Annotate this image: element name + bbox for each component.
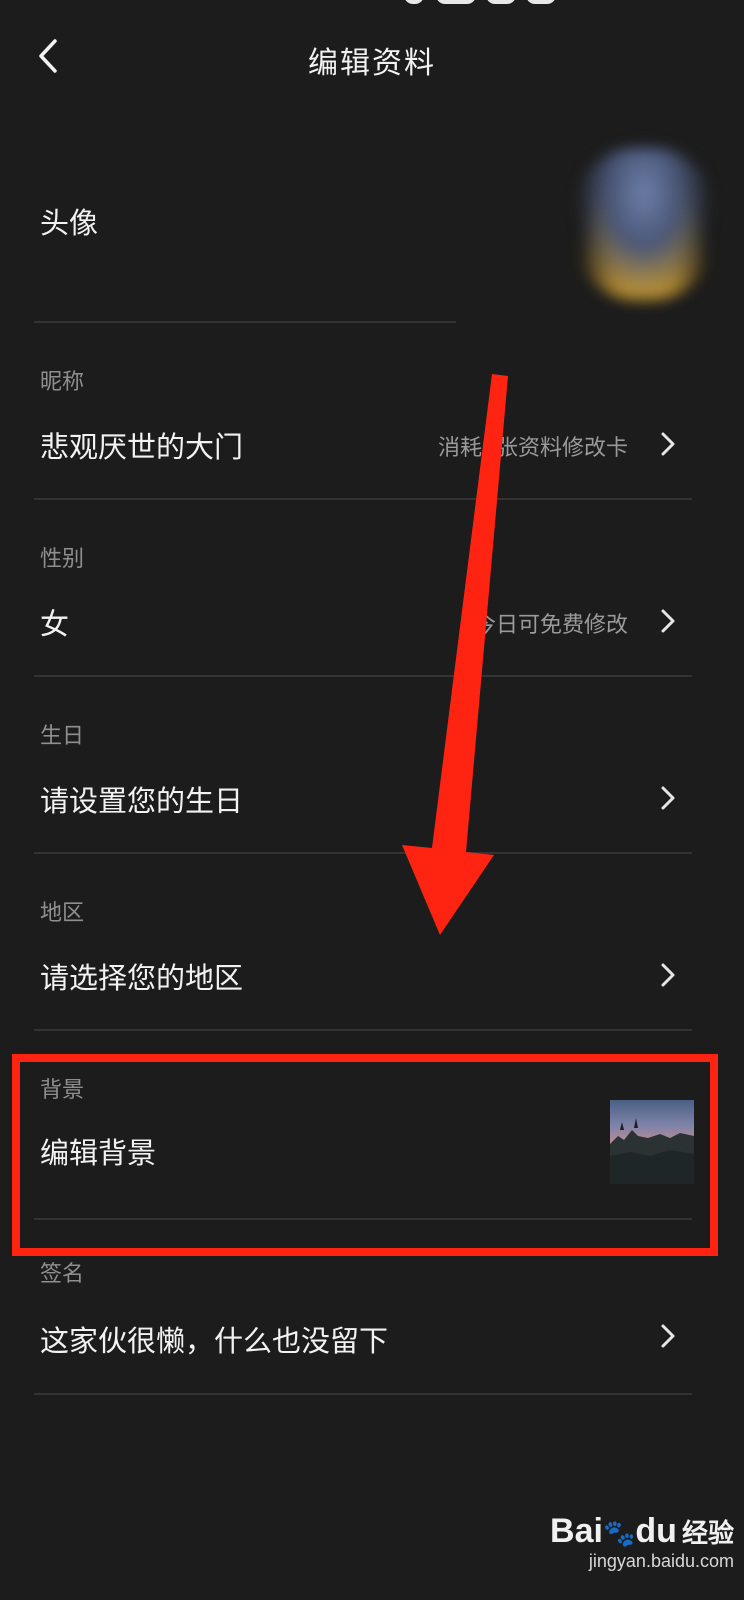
nickname-row[interactable]: 昵称 悲观厌世的大门 消耗1张资料修改卡 (0, 330, 744, 498)
status-bar (0, 0, 744, 10)
chevron-right-icon (661, 786, 675, 810)
signature-section-label: 签名 (40, 1262, 85, 1287)
birthday-section-label: 生日 (40, 724, 85, 749)
gender-section-label: 性别 (40, 547, 85, 572)
divider (34, 675, 692, 677)
divider (34, 1029, 692, 1031)
chevron-right-icon (661, 432, 675, 456)
page-title: 编辑资料 (308, 46, 436, 81)
gender-value: 女 (40, 607, 70, 641)
divider (34, 852, 692, 854)
divider (34, 1393, 692, 1395)
gender-row[interactable]: 性别 女 今日可免费修改 (0, 507, 744, 675)
nickname-hint: 消耗1张资料修改卡 (438, 436, 628, 461)
watermark-logo: Bai (550, 1512, 603, 1550)
nickname-section-label: 昵称 (40, 370, 85, 395)
region-value: 请选择您的地区 (40, 961, 244, 995)
watermark-logo-suffix: du (635, 1512, 677, 1550)
divider (34, 498, 692, 500)
avatar[interactable] (576, 148, 712, 300)
chevron-right-icon (661, 609, 675, 633)
wifi-icon (486, 0, 516, 4)
battery-icon (526, 0, 556, 4)
baidu-watermark: Bai🐾du 经验 jingyan.baidu.com (544, 1512, 734, 1592)
gender-hint: 今日可免费修改 (473, 613, 628, 638)
watermark-brand: 经验 (681, 1519, 734, 1549)
highlight-box-annotation (12, 1054, 718, 1256)
avatar-label: 头像 (40, 206, 99, 240)
region-section-label: 地区 (40, 901, 85, 926)
nav-bar: 编辑资料 (0, 18, 744, 94)
birthday-row[interactable]: 生日 请设置您的生日 (0, 684, 744, 852)
signature-value: 这家伙很懒，什么也没留下 (40, 1324, 389, 1358)
region-row[interactable]: 地区 请选择您的地区 (0, 861, 744, 1029)
paw-icon: 🐾 (602, 1519, 636, 1549)
signal-icon (436, 0, 476, 4)
chevron-right-icon (661, 963, 675, 987)
divider (34, 321, 456, 323)
watermark-url: jingyan.baidu.com (588, 1551, 734, 1571)
chevron-right-icon (661, 1324, 675, 1348)
nickname-value: 悲观厌世的大门 (40, 430, 244, 464)
status-icon (404, 0, 424, 4)
birthday-value: 请设置您的生日 (40, 784, 244, 818)
